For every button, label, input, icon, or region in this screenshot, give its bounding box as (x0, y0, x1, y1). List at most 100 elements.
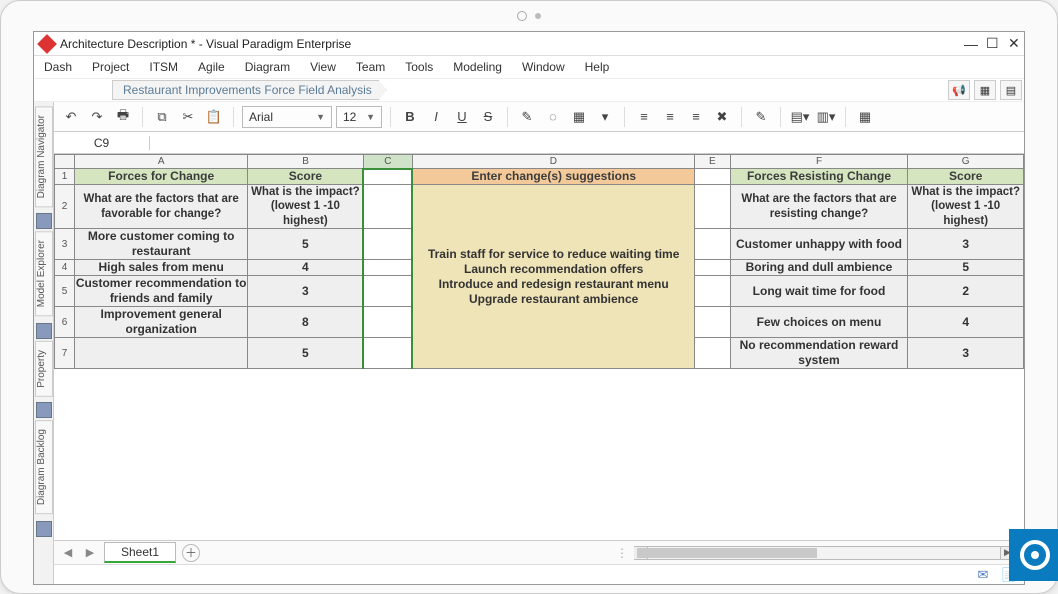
insert-col-button[interactable]: ▥▾ (815, 106, 837, 128)
cell[interactable] (75, 338, 248, 369)
cell[interactable] (363, 260, 412, 276)
menu-agile[interactable]: Agile (198, 60, 225, 74)
cell[interactable]: 3 (908, 338, 1024, 369)
align-center-button[interactable]: ≡ (659, 106, 681, 128)
cell[interactable] (363, 307, 412, 338)
clear-format-button[interactable]: ✖ (711, 106, 733, 128)
text-color-button[interactable]: ✎ (516, 106, 538, 128)
cell[interactable]: 5 (248, 229, 364, 260)
cell[interactable] (695, 169, 731, 185)
breadcrumb[interactable]: Restaurant Improvements Force Field Anal… (112, 80, 387, 100)
announce-icon[interactable]: 📢 (948, 80, 970, 100)
cell[interactable]: Customer recommendation to friends and f… (75, 276, 248, 307)
print-button[interactable]: 🖶 (112, 106, 134, 128)
borders-menu[interactable]: ▾ (594, 106, 616, 128)
cell[interactable] (363, 169, 412, 185)
cell[interactable]: What are the factors that are favorable … (75, 185, 248, 229)
paste-button[interactable]: 📋 (203, 106, 225, 128)
cell[interactable]: Improvement general organization (75, 307, 248, 338)
row-header[interactable]: 1 (55, 169, 75, 185)
cell[interactable] (695, 185, 731, 229)
cell[interactable] (695, 338, 731, 369)
menu-window[interactable]: Window (522, 60, 565, 74)
menu-view[interactable]: View (310, 60, 336, 74)
cell[interactable]: Score (248, 169, 364, 185)
underline-button[interactable]: U (451, 106, 473, 128)
sidebar-tab-model-explorer[interactable]: Model Explorer (35, 231, 53, 316)
sidebar-icon-4[interactable] (36, 521, 52, 537)
menu-diagram[interactable]: Diagram (245, 60, 290, 74)
horizontal-scrollbar[interactable]: ◀ ▶ (634, 546, 1014, 560)
cell[interactable] (695, 260, 731, 276)
menu-help[interactable]: Help (585, 60, 610, 74)
row-header[interactable]: 4 (55, 260, 75, 276)
align-left-button[interactable]: ≡ (633, 106, 655, 128)
cell[interactable] (363, 229, 412, 260)
cell[interactable]: 3 (908, 229, 1024, 260)
italic-button[interactable]: I (425, 106, 447, 128)
cell[interactable] (363, 338, 412, 369)
col-header-d[interactable]: D (412, 155, 694, 169)
sidebar-tab-property[interactable]: Property (35, 341, 53, 397)
cell[interactable]: What are the factors that are resisting … (730, 185, 908, 229)
sidebar-icon-3[interactable] (36, 402, 52, 418)
menu-team[interactable]: Team (356, 60, 385, 74)
suggestions-cell[interactable]: Train staff for service to reduce waitin… (412, 185, 694, 369)
col-header-e[interactable]: E (695, 155, 731, 169)
bold-button[interactable]: B (399, 106, 421, 128)
cell[interactable] (695, 229, 731, 260)
sidebar-icon-1[interactable] (36, 213, 52, 229)
cell[interactable]: 5 (248, 338, 364, 369)
row-header[interactable]: 3 (55, 229, 75, 260)
sidebar-tab-diagram-navigator[interactable]: Diagram Navigator (35, 106, 53, 207)
edit-button[interactable]: ✎ (750, 106, 772, 128)
menu-itsm[interactable]: ITSM (149, 60, 178, 74)
spreadsheet[interactable]: A B C D E F G 1 Forces for Change Score (54, 154, 1024, 540)
cell[interactable] (363, 185, 412, 229)
sheet-tab[interactable]: Sheet1 (104, 542, 176, 563)
mail-icon[interactable]: ✉ (976, 568, 990, 582)
undo-button[interactable]: ↶ (60, 106, 82, 128)
minimize-button[interactable]: — (958, 36, 974, 52)
copy-button[interactable]: ⧉ (151, 106, 173, 128)
cell[interactable]: Forces for Change (75, 169, 248, 185)
cell[interactable]: 2 (908, 276, 1024, 307)
align-right-button[interactable]: ≡ (685, 106, 707, 128)
cell[interactable] (695, 307, 731, 338)
cell[interactable]: 3 (248, 276, 364, 307)
row-header[interactable]: 2 (55, 185, 75, 229)
drag-handle-icon[interactable]: ⋮ (616, 546, 628, 560)
cell[interactable]: What is the impact? (lowest 1 -10 highes… (248, 185, 364, 229)
cell[interactable] (363, 276, 412, 307)
col-header-g[interactable]: G (908, 155, 1024, 169)
font-family-select[interactable]: Arial ▼ (242, 106, 332, 128)
redo-button[interactable]: ↷ (86, 106, 108, 128)
cell[interactable]: Few choices on menu (730, 307, 908, 338)
cell[interactable]: Customer unhappy with food (730, 229, 908, 260)
font-size-select[interactable]: 12 ▼ (336, 106, 382, 128)
row-header[interactable]: 5 (55, 276, 75, 307)
row-header[interactable]: 7 (55, 338, 75, 369)
cell[interactable]: Enter change(s) suggestions (412, 169, 694, 185)
cut-button[interactable]: ✂ (177, 106, 199, 128)
col-header-b[interactable]: B (248, 155, 364, 169)
menu-dash[interactable]: Dash (44, 60, 72, 74)
cell[interactable] (695, 276, 731, 307)
sheet-nav-prev[interactable]: ◀ (60, 546, 76, 559)
strike-button[interactable]: S (477, 106, 499, 128)
corner-cell[interactable] (55, 155, 75, 169)
cell[interactable]: 5 (908, 260, 1024, 276)
cell[interactable]: Score (908, 169, 1024, 185)
cell[interactable]: What is the impact? (lowest 1 -10 highes… (908, 185, 1024, 229)
scroll-thumb[interactable] (637, 548, 817, 558)
panel-view-icon[interactable]: ▤ (1000, 80, 1022, 100)
layout-button[interactable]: ▦ (854, 106, 876, 128)
fill-color-button[interactable]: ◌ (542, 106, 564, 128)
cell[interactable]: More customer coming to restaurant (75, 229, 248, 260)
cell[interactable]: Boring and dull ambience (730, 260, 908, 276)
col-header-a[interactable]: A (75, 155, 248, 169)
row-header[interactable]: 6 (55, 307, 75, 338)
cell[interactable]: 4 (248, 260, 364, 276)
sidebar-tab-diagram-backlog[interactable]: Diagram Backlog (35, 420, 53, 514)
cell[interactable]: High sales from menu (75, 260, 248, 276)
